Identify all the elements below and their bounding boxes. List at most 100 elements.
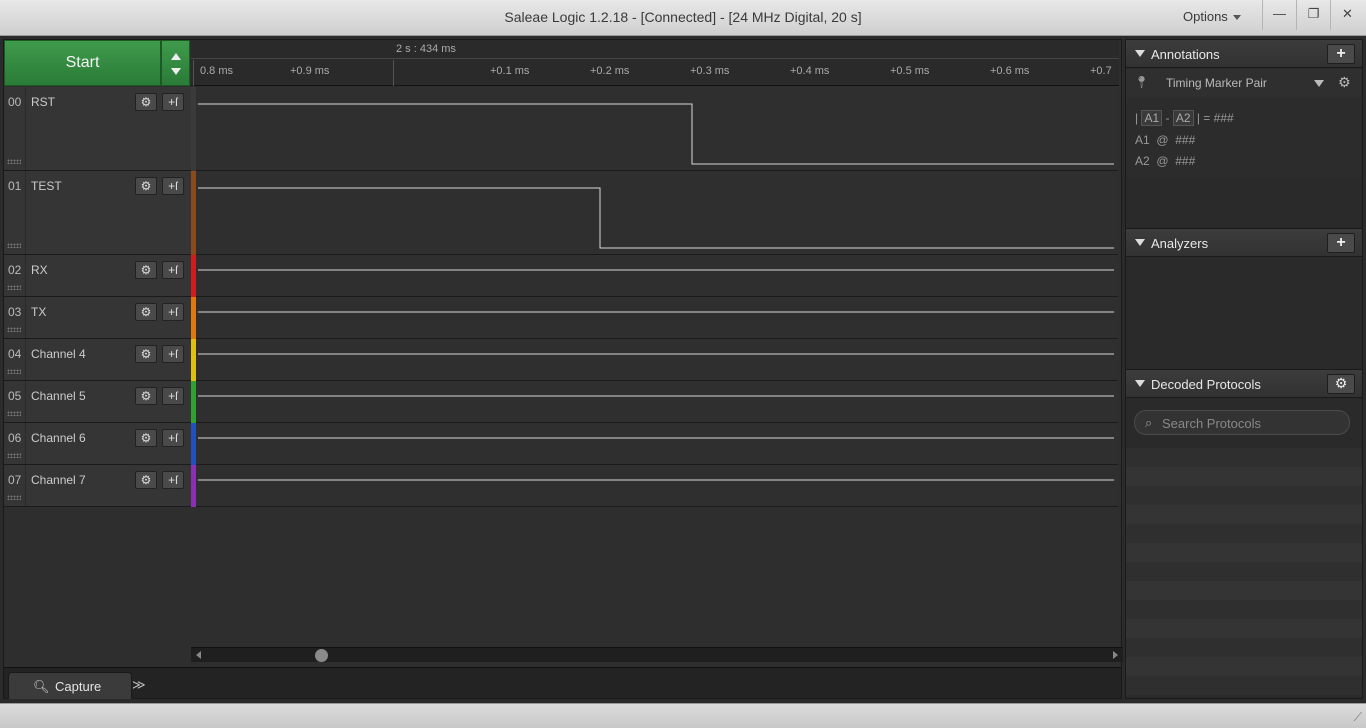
gear-icon[interactable]: ⚙ xyxy=(135,471,157,489)
gear-icon[interactable]: ⚙ xyxy=(135,177,157,195)
trigger-edge-icon[interactable]: +ſ xyxy=(162,261,184,279)
drag-grip-icon[interactable] xyxy=(7,411,21,416)
drag-grip-icon[interactable] xyxy=(7,495,21,500)
gear-icon[interactable]: ⚙ xyxy=(135,93,157,111)
timing-marker-label: Timing Marker Pair xyxy=(1166,76,1267,90)
scroll-thumb[interactable] xyxy=(315,649,328,662)
gear-icon[interactable]: ⚙ xyxy=(135,429,157,447)
channel-row-5[interactable]: 05 Channel 5 ⚙ +ſ xyxy=(4,381,191,423)
drag-grip-icon[interactable] xyxy=(7,243,21,248)
trigger-edge-icon[interactable]: +ſ xyxy=(162,177,184,195)
channel-row-rst[interactable]: 00 RST ⚙ +ſ xyxy=(4,87,191,171)
drag-grip-icon[interactable] xyxy=(7,453,21,458)
channel-row-4[interactable]: 04 Channel 4 ⚙ +ſ xyxy=(4,339,191,381)
channel-name[interactable]: Channel 4 xyxy=(31,347,86,361)
gear-icon[interactable]: ⚙ xyxy=(135,303,157,321)
channel-row-tx[interactable]: 03 TX ⚙ +ſ xyxy=(4,297,191,339)
resize-grip-icon[interactable]: ⟋ xyxy=(1354,710,1362,725)
trigger-edge-icon[interactable]: +ſ xyxy=(162,429,184,447)
waveform-trace xyxy=(198,353,1114,355)
collapse-triangle-icon[interactable] xyxy=(1135,239,1145,246)
drag-grip-icon[interactable] xyxy=(7,159,21,164)
trigger-edge-icon[interactable]: +ſ xyxy=(162,387,184,405)
waveform-trace xyxy=(198,311,1114,313)
collapse-triangle-icon[interactable] xyxy=(1135,380,1145,387)
channel-number: 01 xyxy=(8,179,22,193)
waveform-test[interactable] xyxy=(196,171,1118,255)
channel-name[interactable]: RX xyxy=(31,263,48,277)
trigger-edge-icon[interactable]: +ſ xyxy=(162,93,184,111)
gear-icon[interactable]: ⚙ xyxy=(135,261,157,279)
start-button[interactable]: Start xyxy=(4,40,161,86)
channel-name[interactable]: TX xyxy=(31,305,46,319)
tab-capture[interactable]: 🔍︎ Capture xyxy=(8,672,132,699)
channel-number: 02 xyxy=(8,263,22,277)
waveform-channel-7[interactable] xyxy=(196,465,1118,507)
waveform-channel-4[interactable] xyxy=(196,339,1118,381)
start-options-button[interactable] xyxy=(161,40,190,86)
trigger-edge-icon[interactable]: +ſ xyxy=(162,303,184,321)
waveform-trace xyxy=(198,103,1114,165)
absolute-time-bar: 2 s : 434 ms xyxy=(191,40,1119,59)
collapse-triangle-icon[interactable] xyxy=(1135,50,1145,57)
close-button[interactable]: ✕ xyxy=(1330,0,1364,30)
search-protocols-input[interactable]: ⌕ Search Protocols xyxy=(1134,410,1350,435)
channel-row-6[interactable]: 06 Channel 6 ⚙ +ſ xyxy=(4,423,191,465)
trigger-edge-icon[interactable]: +ſ xyxy=(162,345,184,363)
restore-button[interactable]: ❐ xyxy=(1296,0,1330,30)
decoded-protocols-title: Decoded Protocols xyxy=(1151,377,1261,392)
a2-time-row: A2 @ ### xyxy=(1135,154,1195,168)
channel-name[interactable]: Channel 6 xyxy=(31,431,86,445)
channel-name[interactable]: Channel 7 xyxy=(31,473,86,487)
channel-name[interactable]: RST xyxy=(31,95,55,109)
gear-icon[interactable]: ⚙ xyxy=(135,345,157,363)
search-placeholder: Search Protocols xyxy=(1162,416,1261,431)
analyzers-header[interactable]: Analyzers + xyxy=(1126,229,1362,257)
timeline-header[interactable]: 2 s : 434 ms 0.8 ms +0.9 ms +0.1 ms +0.2… xyxy=(191,40,1119,86)
options-menu[interactable]: Options xyxy=(1183,9,1241,24)
decoded-protocols-panel: Decoded Protocols ⚙ ⌕ Search Protocols xyxy=(1125,369,1363,699)
drag-grip-icon[interactable] xyxy=(7,327,21,332)
drag-grip-icon[interactable] xyxy=(7,369,21,374)
add-annotation-button[interactable]: + xyxy=(1327,44,1355,64)
scroll-right-icon[interactable] xyxy=(1113,651,1118,659)
marker-pin-icon[interactable]: 📍︎ xyxy=(1134,75,1149,89)
waveform-tx[interactable] xyxy=(196,297,1118,339)
waveform-rst[interactable] xyxy=(196,87,1118,171)
gear-icon[interactable]: ⚙ xyxy=(135,387,157,405)
channel-row-rx[interactable]: 02 RX ⚙ +ſ xyxy=(4,255,191,297)
channel-row-test[interactable]: 01 TEST ⚙ +ſ xyxy=(4,171,191,255)
annotations-title: Annotations xyxy=(1151,47,1220,62)
gear-icon[interactable]: ⚙ xyxy=(1338,74,1351,91)
channel-number: 00 xyxy=(8,95,22,109)
minimize-button[interactable]: — xyxy=(1262,0,1296,30)
waveform-channel-6[interactable] xyxy=(196,423,1118,465)
channel-row-7[interactable]: 07 Channel 7 ⚙ +ſ xyxy=(4,465,191,507)
channel-name[interactable]: Channel 5 xyxy=(31,389,86,403)
gear-icon[interactable]: ⚙ xyxy=(1327,374,1355,394)
add-analyzer-button[interactable]: + xyxy=(1327,233,1355,253)
tick-label: +0.4 ms xyxy=(790,65,830,77)
marker-dropdown-icon[interactable] xyxy=(1314,80,1324,87)
tick-label: +0.2 ms xyxy=(590,65,630,77)
channel-name[interactable]: TEST xyxy=(31,179,62,193)
decoded-protocols-header[interactable]: Decoded Protocols ⚙ xyxy=(1126,370,1362,398)
chevron-down-icon xyxy=(1232,15,1241,21)
trigger-edge-icon[interactable]: +ſ xyxy=(162,471,184,489)
title-bar: Saleae Logic 1.2.18 - [Connected] - [24 … xyxy=(0,0,1366,36)
more-tabs-button[interactable]: ≫ xyxy=(132,677,146,693)
channel-divider xyxy=(25,255,26,296)
annotations-header[interactable]: Annotations + xyxy=(1126,40,1362,68)
timing-marker-pair[interactable]: 📍︎ Timing Marker Pair ⚙ xyxy=(1126,69,1362,97)
channel-number: 03 xyxy=(8,305,22,319)
scroll-left-icon[interactable] xyxy=(196,651,201,659)
analyzers-title: Analyzers xyxy=(1151,236,1209,251)
waveform-channel-5[interactable] xyxy=(196,381,1118,423)
waveform-rx[interactable] xyxy=(196,255,1118,297)
window-title: Saleae Logic 1.2.18 - [Connected] - [24 … xyxy=(504,9,862,25)
protocol-list-row xyxy=(1126,467,1362,486)
waveform-trace xyxy=(198,187,1114,249)
channel-divider xyxy=(25,423,26,464)
timeline-scrollbar[interactable] xyxy=(191,647,1123,662)
drag-grip-icon[interactable] xyxy=(7,285,21,290)
